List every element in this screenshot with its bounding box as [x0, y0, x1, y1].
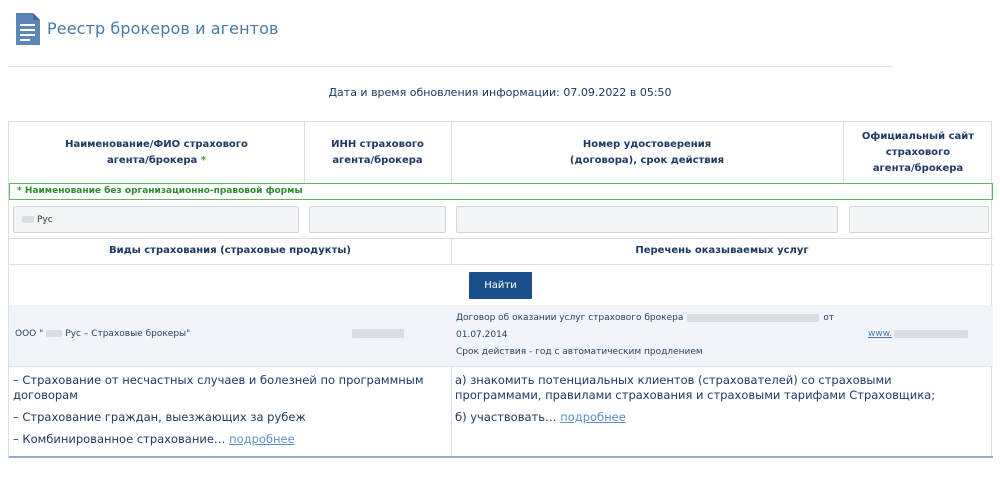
document-icon — [16, 13, 40, 45]
page-header: Реестр брокеров и агентов — [0, 0, 1000, 60]
redacted-text — [894, 329, 969, 338]
certificate-filter-input[interactable] — [456, 206, 838, 233]
broker-inn — [352, 326, 404, 343]
inn-filter-input[interactable] — [309, 206, 446, 233]
redacted-text — [46, 330, 63, 337]
note-text: * Наименование без организационно-правов… — [17, 186, 303, 196]
update-timestamp: Дата и время обновления информации: 07.0… — [328, 86, 672, 99]
name-filter-input[interactable]: Рус — [13, 206, 299, 233]
registry-table: Наименование/ФИО страхового агента/броке… — [8, 121, 993, 458]
services-more-link[interactable]: подробнее — [560, 410, 626, 424]
column-header-name: Наименование/ФИО страхового агента/броке… — [65, 138, 248, 166]
table-bottom-border — [9, 456, 993, 458]
column-header-certificate: Номер удостоверения (договора), срок дей… — [569, 138, 725, 166]
insurance-types-list: – Страхование от несчастных случаев и бо… — [13, 373, 433, 447]
column-header-insurance-types: Виды страхования (страховые продукты) — [109, 245, 351, 256]
insurance-type-item: – Комбинированное страхование… — [13, 432, 226, 446]
header-divider — [8, 66, 892, 67]
find-button[interactable]: Найти — [469, 272, 532, 299]
page-title: Реестр брокеров и агентов — [47, 19, 279, 38]
table-row[interactable]: ООО " Рус – Страховые брокеры" Договор об… — [9, 305, 993, 366]
website-link[interactable]: www. — [868, 326, 969, 343]
service-item: а) знакомить потенциальных клиентов (стр… — [455, 373, 936, 402]
certificate-info: Договор об оказании услуг страхового бро… — [456, 313, 835, 357]
redacted-text — [22, 216, 34, 223]
service-item: б) участвовать… — [455, 410, 557, 424]
form-note: * Наименование без организационно-правов… — [9, 183, 993, 200]
website-filter-input[interactable] — [849, 206, 989, 233]
column-header-inn: ИНН страхового агента/брокера — [331, 138, 424, 166]
redacted-text — [352, 329, 404, 338]
broker-name: ООО " Рус – Страховые брокеры" — [15, 329, 191, 339]
types-more-link[interactable]: подробнее — [229, 432, 295, 446]
insurance-type-item: – Страхование граждан, выезжающих за руб… — [13, 410, 306, 424]
column-header-services: Перечень оказываемых услуг — [635, 245, 809, 256]
required-star: * — [197, 154, 207, 166]
services-list: а) знакомить потенциальных клиентов (стр… — [455, 373, 975, 425]
redacted-text — [687, 313, 820, 322]
column-header-website: Официальный сайт страхового агента/броке… — [861, 131, 975, 174]
insurance-type-item: – Страхование от несчастных случаев и бо… — [13, 373, 424, 402]
